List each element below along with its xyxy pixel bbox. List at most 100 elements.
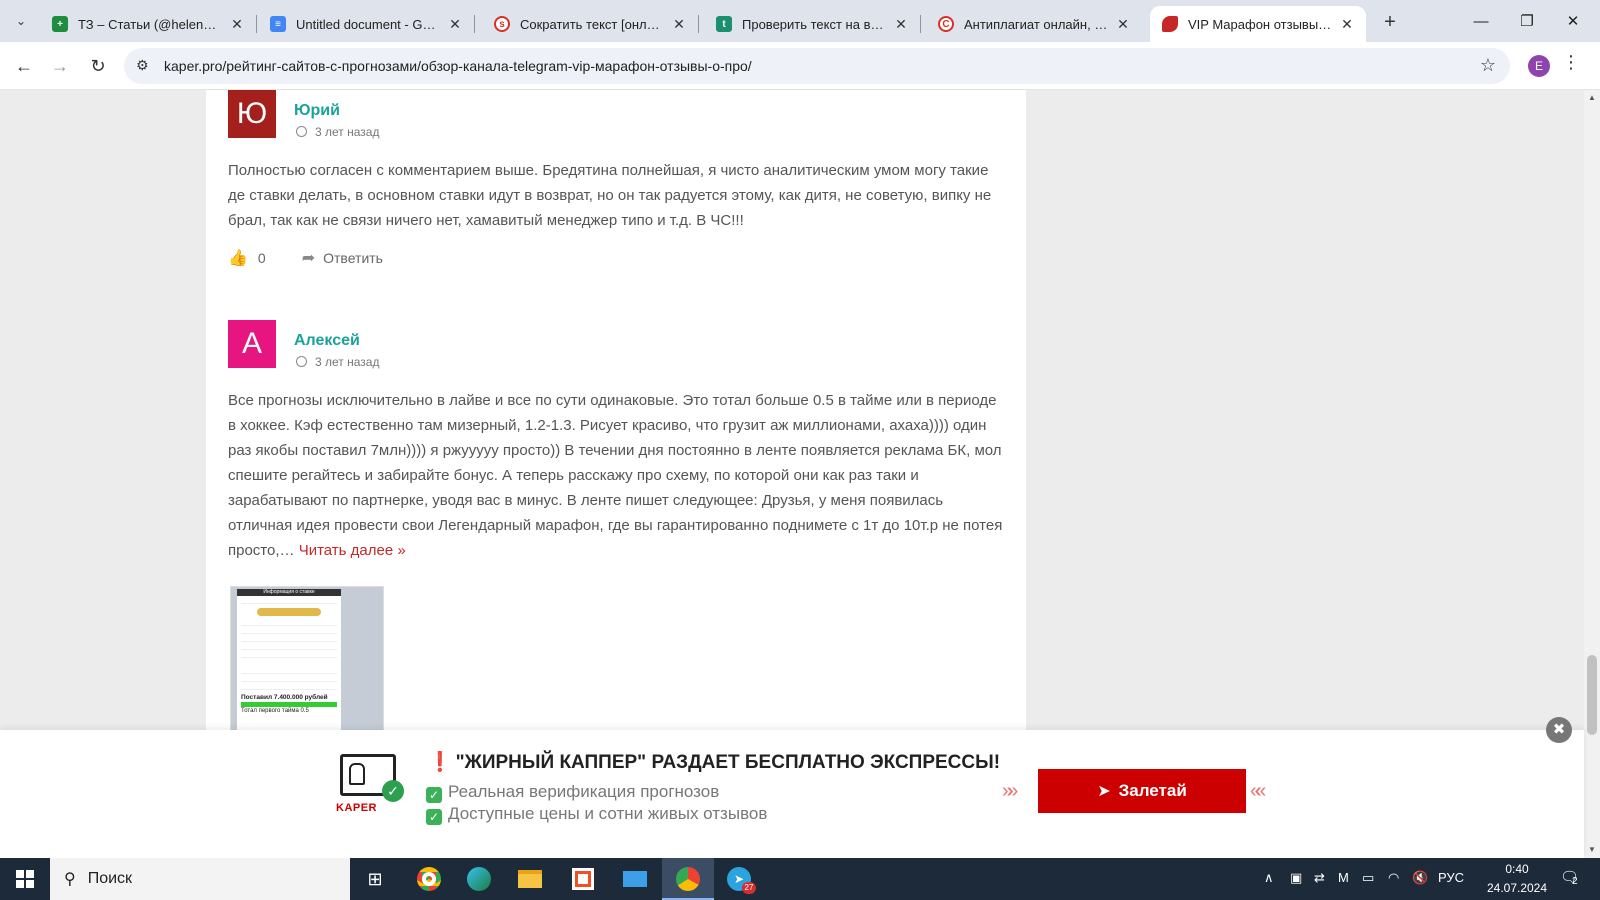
plus-icon: +	[1384, 10, 1396, 33]
comment-attachment-image[interactable]: Информация о ставке Поставил 7.400.000 р…	[230, 586, 384, 746]
tab-check-text[interactable]: t Проверить текст на вхождения ✕	[704, 6, 921, 42]
profile-avatar[interactable]: E	[1528, 55, 1550, 77]
reply-arrow-icon[interactable]: ➦	[302, 248, 315, 268]
tab-vip-marathon[interactable]: VIP Марафон отзывы – обзор ✕	[1150, 6, 1366, 42]
thumbs-up-icon[interactable]: 👍	[228, 248, 248, 268]
close-tab-icon[interactable]: ✕	[446, 16, 464, 33]
tab-sheets[interactable]: + ТЗ – Статьи (@helenslm) - Google Табли…	[40, 6, 257, 42]
comment-body: Все прогнозы исключительно в лайве и все…	[228, 392, 1003, 559]
cta-button[interactable]: ➤ Залетай	[1038, 769, 1246, 813]
clock-time[interactable]: 0:40	[1492, 862, 1542, 876]
chevrons-left-icon: ««	[1250, 780, 1266, 802]
close-tab-icon[interactable]: ✕	[892, 16, 910, 33]
tab-docs[interactable]: ≡ Untitled document - Google Docs ✕	[258, 6, 475, 42]
back-button[interactable]: ←	[10, 52, 38, 80]
screenshot-sub-text: Тотал первого тайма 0.5	[241, 708, 309, 714]
arrow-left-icon: ←	[15, 55, 33, 76]
close-tab-icon[interactable]: ✕	[1114, 16, 1132, 33]
scroll-down-icon[interactable]: ▼	[1584, 842, 1600, 858]
gmail-icon[interactable]: M	[1338, 870, 1349, 885]
tab-antiplagiat[interactable]: C Антиплагиат онлайн, проверка ✕	[926, 6, 1142, 42]
start-button[interactable]	[0, 858, 50, 900]
close-tab-icon[interactable]: ✕	[228, 16, 246, 33]
clock-icon	[296, 356, 307, 367]
promo-feature-text: Доступные цены и сотни живых отзывов	[448, 804, 768, 823]
comment: Ю Юрий 3 лет назад Полностью согласен с …	[228, 90, 1004, 290]
read-more-link[interactable]: Читать далее »	[299, 542, 406, 559]
comment-author[interactable]: Алексей	[294, 332, 360, 350]
promo-feature: ✓ Реальная верификация прогнозов	[426, 782, 719, 803]
notifications-icon[interactable]: 🗨 2	[1560, 868, 1582, 888]
browser-menu-icon[interactable]: ⋮	[1562, 52, 1580, 73]
volume-muted-icon[interactable]: 🔇	[1412, 870, 1428, 886]
tab-search-button[interactable]: ⌄	[8, 8, 34, 34]
reply-button[interactable]: Ответить	[323, 250, 383, 266]
tab-title: Untitled document - Google Docs	[296, 16, 440, 32]
scrollbar-thumb[interactable]	[1587, 655, 1597, 735]
avatar-letter: А	[241, 327, 262, 360]
task-view-icon[interactable]: ⊞	[360, 864, 390, 894]
clock-date[interactable]: 24.07.2024	[1478, 881, 1556, 895]
checkbox-icon: ✓	[426, 809, 442, 825]
comment-text: Все прогнозы исключительно в лайве и все…	[228, 388, 1004, 563]
tab-title: Антиплагиат онлайн, проверка	[964, 16, 1108, 32]
file-explorer-icon[interactable]	[515, 864, 545, 894]
comment-time[interactable]: 3 лет назад	[315, 355, 379, 369]
bookmark-star-icon[interactable]: ☆	[1480, 55, 1496, 76]
show-hidden-icons-icon[interactable]: ∧	[1264, 870, 1274, 886]
screenshot-header: Информация о ставке	[237, 589, 341, 596]
taskbar-search[interactable]: ⚲ Поиск	[50, 858, 350, 900]
meet-icon[interactable]: ▣	[1290, 870, 1302, 886]
logo-text: KAPER	[336, 802, 378, 814]
sync-icon[interactable]: ⇄	[1314, 870, 1325, 886]
scroll-up-icon[interactable]: ▲	[1584, 90, 1600, 106]
restore-button[interactable]: ❐	[1504, 0, 1550, 42]
close-banner-button[interactable]: ✖	[1546, 717, 1572, 743]
language-indicator[interactable]: РУС	[1438, 870, 1464, 885]
tab-shorten-text[interactable]: s Сократить текст [онлайн] – бесплатно ✕	[482, 6, 699, 42]
exclamation-icon: ❗	[428, 752, 452, 773]
profile-initial: E	[1534, 59, 1543, 73]
page-scrollbar[interactable]: ▲ ▼	[1584, 90, 1600, 858]
chevrons-right-icon: »»	[1002, 780, 1018, 802]
store-icon[interactable]	[568, 864, 598, 894]
promo-feature: ✓ Доступные цены и сотни живых отзывов	[426, 804, 767, 825]
chrome-profile-icon[interactable]	[673, 864, 703, 894]
site-settings-icon[interactable]: ⚙	[136, 57, 149, 74]
wifi-icon[interactable]: ◠	[1388, 870, 1399, 886]
windows-taskbar: ⚲ Поиск ⊞ ➤ 27 ∧ ▣ ⇄ M ▭ ◠ 🔇 РУС 0:40 24…	[0, 858, 1600, 900]
telegram-plane-icon: ➤	[1097, 783, 1111, 800]
close-window-button[interactable]: ✕	[1550, 0, 1596, 42]
new-tab-button[interactable]: +	[1376, 8, 1404, 36]
close-icon: ✕	[1566, 13, 1580, 30]
address-bar[interactable]: ⚙ kaper.pro/рейтинг-сайтов-с-прогнозами/…	[124, 48, 1510, 84]
comment-time[interactable]: 3 лет назад	[315, 125, 379, 139]
cta-label: Залетай	[1118, 781, 1187, 800]
tab-title: ТЗ – Статьи (@helenslm) - Google Таблицы	[78, 16, 222, 32]
docs-icon: ≡	[270, 16, 286, 32]
forward-button[interactable]: →	[46, 52, 74, 80]
tab-title: Сократить текст [онлайн] – бесплатно	[520, 16, 664, 32]
chevron-down-icon: ⌄	[15, 14, 27, 28]
checkbox-icon: ✓	[426, 787, 442, 803]
avatar-letter: Ю	[236, 97, 268, 130]
edge-icon[interactable]	[464, 864, 494, 894]
kaper-icon	[1162, 16, 1178, 32]
tab-title: Проверить текст на вхождения	[742, 16, 886, 32]
minimize-button[interactable]: —	[1458, 0, 1504, 42]
sheets-icon: +	[52, 16, 68, 32]
kaper-logo: ✓ KAPER	[336, 754, 410, 818]
mail-icon[interactable]	[620, 864, 650, 894]
chrome-icon[interactable]	[414, 864, 444, 894]
comment-author[interactable]: Юрий	[294, 102, 340, 120]
close-tab-icon[interactable]: ✕	[1338, 16, 1356, 33]
promo-feature-text: Реальная верификация прогнозов	[448, 782, 720, 801]
tab-title: VIP Марафон отзывы – обзор	[1188, 16, 1332, 32]
promo-title-text: "ЖИРНЫЙ КАППЕР" РАЗДАЕТ БЕСПЛАТНО ЭКСПРЕ…	[455, 752, 1001, 773]
url-text[interactable]: kaper.pro/рейтинг-сайтов-с-прогнозами/об…	[164, 58, 752, 74]
battery-icon[interactable]: ▭	[1362, 870, 1374, 886]
close-tab-icon[interactable]: ✕	[670, 16, 688, 33]
search-label: Поиск	[87, 870, 133, 887]
reload-button[interactable]: ↻	[84, 52, 112, 80]
shorten-icon: s	[494, 16, 510, 32]
